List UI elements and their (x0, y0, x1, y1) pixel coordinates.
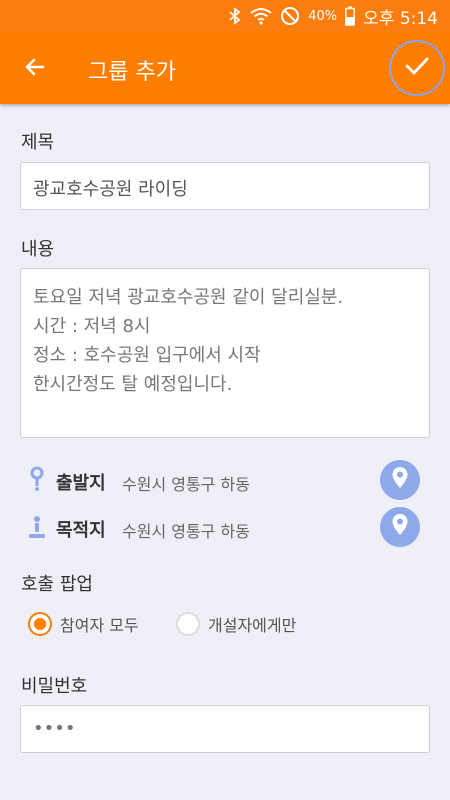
do-not-disturb-icon (280, 6, 300, 26)
confirm-button[interactable] (389, 40, 445, 96)
checkmark-icon (404, 55, 430, 81)
destination-value: 수원시 영통구 하동 (122, 522, 250, 541)
password-label: 비밀번호 (21, 676, 88, 697)
status-bar: 40% 오후 5:14 (0, 0, 450, 32)
clock: 오후 5:14 (363, 8, 438, 29)
title-label: 제목 (21, 132, 55, 153)
wifi-icon (250, 7, 272, 25)
battery-icon (345, 6, 356, 26)
password-field[interactable]: •••• (20, 705, 430, 753)
radio-creator-only[interactable]: 개설자에게만 (176, 612, 296, 636)
radio-all-participants[interactable]: 참여자 모두 (28, 612, 139, 636)
radio-selected-icon (28, 612, 52, 636)
departure-pin-icon (28, 466, 46, 492)
departure-value: 수원시 영통구 하동 (122, 475, 250, 494)
departure-location-button[interactable] (380, 460, 420, 500)
destination-row: 목적지 수원시 영통구 하동 (28, 505, 428, 549)
destination-flag-icon (28, 513, 46, 539)
destination-location-button[interactable] (380, 507, 420, 547)
bluetooth-icon (228, 7, 242, 25)
content-label: 내용 (21, 239, 55, 260)
popup-radio-group: 참여자 모두 개설자에게만 (28, 612, 428, 642)
password-value: •••• (33, 718, 76, 739)
departure-row: 출발지 수원시 영통구 하동 (28, 458, 428, 502)
title-field[interactable]: 광교호수공원 라이딩 (20, 162, 430, 210)
back-button[interactable] (14, 48, 56, 90)
departure-label: 출발지 (56, 473, 106, 494)
radio-label-creator: 개설자에게만 (208, 616, 297, 635)
content-text: 토요일 저녁 광교호수공원 같이 달리실분. 시간 : 저녁 8시 정소 : 호… (33, 287, 344, 395)
popup-label: 호출 팝업 (21, 574, 93, 595)
page-title: 그룹 추가 (88, 60, 176, 85)
arrow-left-icon (23, 55, 47, 83)
app-bar: 그룹 추가 (0, 32, 450, 104)
title-input-value: 광교호수공원 라이딩 (33, 179, 188, 200)
map-pin-icon (391, 466, 409, 494)
battery-percent: 40% (308, 8, 338, 24)
radio-unselected-icon (176, 612, 200, 636)
content-textarea[interactable]: 토요일 저녁 광교호수공원 같이 달리실분. 시간 : 저녁 8시 정소 : 호… (20, 268, 430, 438)
radio-label-all: 참여자 모두 (60, 616, 139, 635)
destination-label: 목적지 (56, 520, 106, 541)
map-pin-icon (391, 513, 409, 541)
